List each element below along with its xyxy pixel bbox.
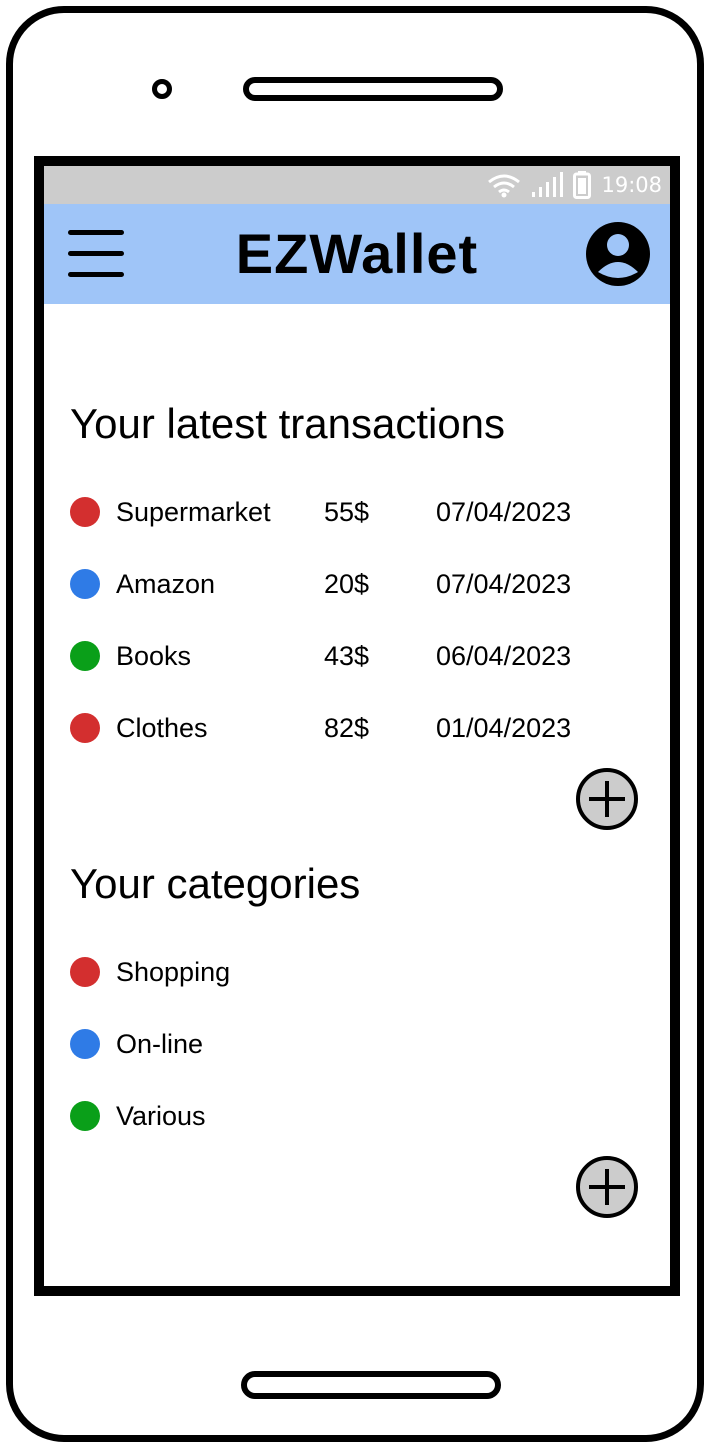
camera-icon (152, 79, 172, 99)
transaction-amount: 43$ (324, 641, 370, 671)
category-color-dot (70, 1101, 100, 1131)
transaction-row[interactable]: Clothes 82$ 01/04/2023 (70, 708, 650, 748)
profile-icon[interactable] (586, 222, 650, 286)
category-color-dot (70, 641, 100, 671)
category-row[interactable]: Various (70, 1096, 650, 1136)
status-bar: 19:08 (44, 166, 670, 204)
transactions-heading: Your latest transactions (70, 400, 506, 447)
category-color-dot (70, 497, 100, 527)
category-color-dot (70, 1029, 100, 1059)
add-transaction-button[interactable] (576, 768, 638, 830)
plus-circle-icon (589, 1169, 625, 1205)
transaction-row[interactable]: Amazon 20$ 07/04/2023 (70, 564, 650, 604)
status-time: 19:08 (601, 173, 662, 197)
wifi-icon (488, 174, 521, 198)
transaction-date: 01/04/2023 (436, 713, 572, 743)
screen: 19:08 EZWallet Your latest transactions … (34, 156, 680, 1296)
transaction-date: 07/04/2023 (436, 497, 572, 527)
category-name: Various (116, 1101, 206, 1131)
category-name: On-line (116, 1029, 204, 1059)
category-row[interactable]: Shopping (70, 952, 650, 992)
app-title: EZWallet (235, 222, 479, 285)
battery-icon (573, 171, 592, 199)
transaction-amount: 20$ (324, 569, 370, 599)
transaction-name: Books (116, 641, 192, 671)
transaction-date: 06/04/2023 (436, 641, 572, 671)
app-bar: EZWallet (44, 204, 670, 304)
add-category-button[interactable] (576, 1156, 638, 1218)
category-color-dot (70, 957, 100, 987)
plus-circle-icon (589, 781, 625, 817)
category-row[interactable]: On-line (70, 1024, 650, 1064)
transaction-amount: 55$ (324, 497, 370, 527)
category-color-dot (70, 569, 100, 599)
speaker-top (243, 77, 503, 101)
transaction-amount: 82$ (324, 713, 370, 743)
categories-heading: Your categories (70, 860, 361, 907)
transaction-name: Clothes (116, 713, 208, 743)
transaction-name: Amazon (116, 569, 216, 599)
transaction-date: 07/04/2023 (436, 569, 572, 599)
transaction-name: Supermarket (116, 497, 271, 527)
transaction-row[interactable]: Books 43$ 06/04/2023 (70, 636, 650, 676)
home-button[interactable] (241, 1371, 501, 1399)
category-name: Shopping (116, 957, 231, 987)
signal-icon (532, 172, 564, 197)
category-color-dot (70, 713, 100, 743)
transaction-row[interactable]: Supermarket 55$ 07/04/2023 (70, 492, 650, 532)
